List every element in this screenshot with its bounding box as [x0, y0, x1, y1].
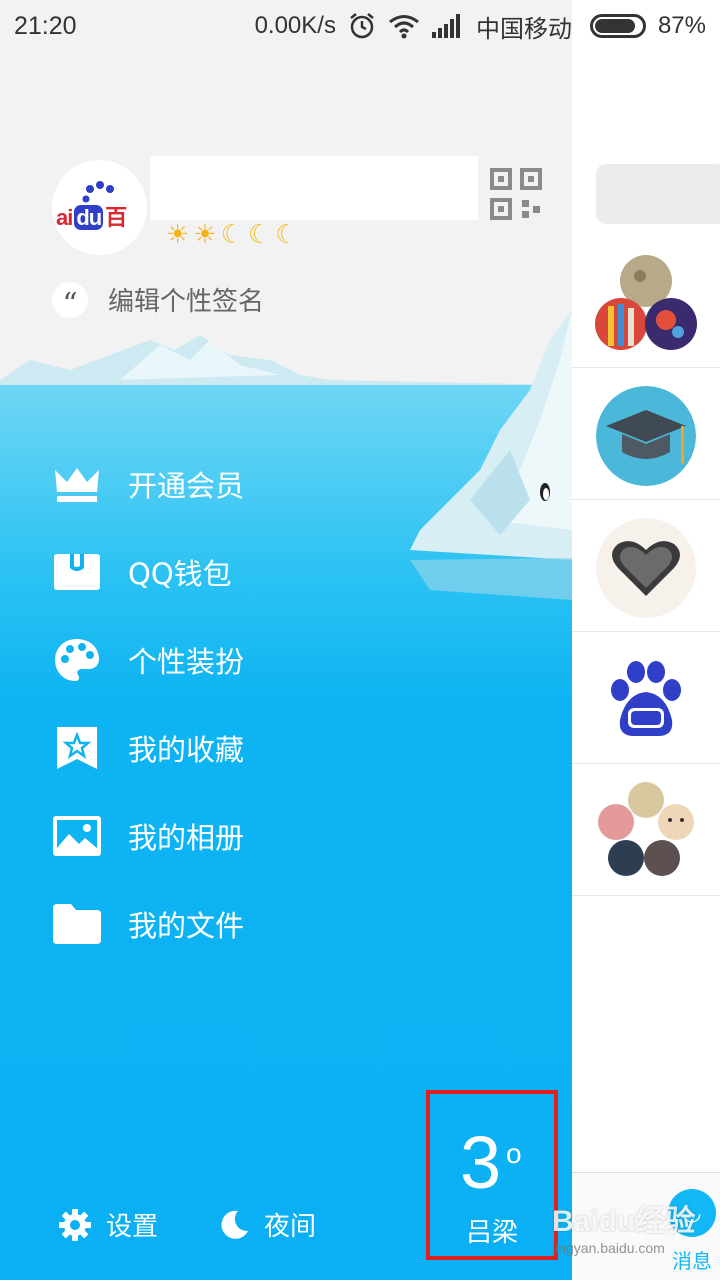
- conversation-list-panel: ◡ 消息: [572, 0, 720, 1280]
- level-badges[interactable]: ☀ ☀ ☾ ☾ ☾: [166, 220, 299, 250]
- night-mode-button[interactable]: 夜间: [218, 1206, 316, 1243]
- conversation-item[interactable]: [572, 632, 720, 764]
- menu-item-files[interactable]: 我的文件: [52, 880, 522, 968]
- menu-label: 我的收藏: [128, 733, 245, 767]
- menu-label: QQ钱包: [128, 557, 232, 591]
- sun-icon: ☀: [193, 220, 217, 250]
- menu-item-vip[interactable]: 开通会员: [52, 440, 522, 528]
- star-bookmark-icon: [52, 723, 102, 773]
- moon-icon: ☾: [247, 220, 272, 250]
- side-drawer: ai du 百 ☀ ☀ ☾ ☾ ☾ “ 编辑个性签名 开通会员 QQ钱包 个性装…: [0, 0, 572, 1280]
- group-avatar: [598, 782, 694, 876]
- night-mode-label: 夜间: [264, 1212, 317, 1242]
- weather-widget[interactable]: 3 o 吕梁: [426, 1090, 558, 1260]
- network-speed: 0.00K/s: [254, 12, 336, 39]
- status-bar: 21:20 0.00K/s 中国移动 87%: [0, 0, 720, 52]
- gear-icon: [59, 1208, 91, 1241]
- battery-icon: [589, 14, 646, 38]
- palette-icon: [52, 635, 102, 685]
- drawer-bottom-bar: 设置 夜间: [58, 1206, 316, 1243]
- search-bar[interactable]: [596, 164, 720, 224]
- menu-label: 我的文件: [128, 909, 245, 943]
- heart-avatar: [596, 518, 696, 618]
- carrier-name: 中国移动: [475, 15, 572, 43]
- battery-percent: 87%: [657, 12, 706, 39]
- menu-item-wallet[interactable]: QQ钱包: [52, 528, 522, 616]
- sun-icon: ☀: [166, 220, 190, 250]
- crown-icon: [52, 459, 102, 509]
- screen: ai du 百 ☀ ☀ ☾ ☾ ☾ “ 编辑个性签名 开通会员 QQ钱包 个性装…: [0, 0, 720, 1280]
- graduation-cap-avatar: [596, 386, 696, 486]
- settings-button[interactable]: 设置: [58, 1206, 158, 1243]
- conversation-item[interactable]: [572, 764, 720, 896]
- nickname-field[interactable]: [150, 156, 478, 220]
- watermark-brand: Baidu经验: [552, 1205, 696, 1238]
- status-indicators: 0.00K/s 中国移动 87%: [255, 9, 706, 44]
- wallet-icon: [52, 547, 102, 597]
- signature-row[interactable]: “ 编辑个性签名: [52, 281, 265, 319]
- avatar[interactable]: ai du 百: [52, 160, 147, 255]
- menu-label: 我的相册: [128, 821, 245, 855]
- conversation-item[interactable]: [572, 368, 720, 500]
- moon-icon: ☾: [220, 220, 244, 250]
- wifi-icon: [388, 13, 420, 39]
- quote-icon: “: [52, 281, 88, 319]
- weather-temperature: 3: [460, 1121, 502, 1204]
- menu-item-album[interactable]: 我的相册: [52, 792, 522, 880]
- watermark-url: jingyan.baidu.com: [552, 1240, 665, 1256]
- signature-placeholder: 编辑个性签名: [108, 287, 265, 317]
- avatar-brand-text: ai du 百: [56, 205, 127, 230]
- menu-label: 开通会员: [128, 469, 245, 503]
- moon-icon: [221, 1210, 249, 1239]
- status-time: 21:20: [14, 11, 77, 40]
- qr-code-icon[interactable]: [490, 168, 542, 220]
- battery-fill: [594, 19, 635, 33]
- drawer-menu: 开通会员 QQ钱包 个性装扮 我的收藏 我的相册 我的文件: [52, 440, 522, 968]
- weather-degree-symbol: o: [506, 1138, 522, 1169]
- folder-icon: [52, 899, 102, 949]
- moon-icon: ☾: [275, 220, 299, 250]
- signal-icon: [431, 14, 464, 38]
- conversation-item[interactable]: [572, 236, 720, 368]
- menu-label: 个性装扮: [128, 645, 245, 679]
- conversation-item[interactable]: [572, 500, 720, 632]
- weather-city: 吕梁: [465, 1218, 518, 1248]
- alarm-icon: [348, 12, 376, 40]
- picture-icon: [52, 811, 102, 861]
- paw-logo-avatar: [596, 650, 696, 750]
- menu-item-favorites[interactable]: 我的收藏: [52, 704, 522, 792]
- menu-item-theme[interactable]: 个性装扮: [52, 616, 522, 704]
- settings-label: 设置: [106, 1212, 159, 1242]
- messages-tab-label[interactable]: 消息: [672, 1245, 712, 1274]
- group-avatar: [595, 255, 697, 350]
